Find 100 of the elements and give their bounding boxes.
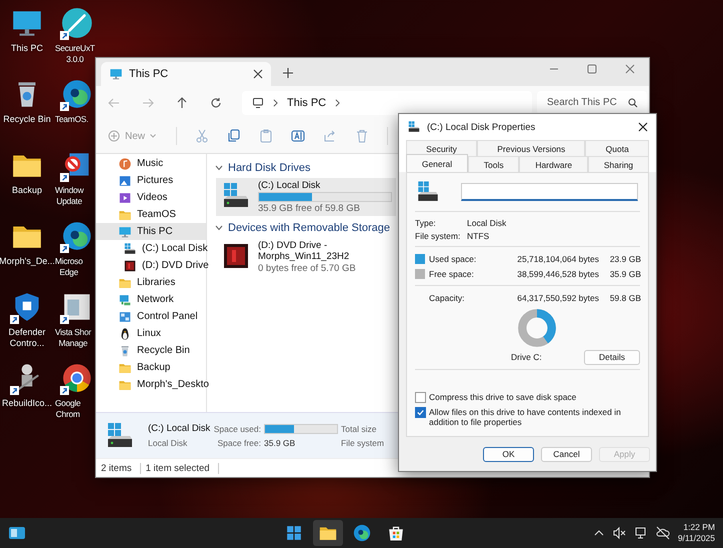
drive-tile[interactable]: (C:) Local Disk 35.9 GB free of 59.8 GB [216, 178, 396, 216]
desktop-icon-label[interactable]: Google Chrom [55, 398, 81, 420]
dialog-tab[interactable]: Tools [468, 156, 520, 172]
dialog-tab[interactable]: Sharing [588, 156, 650, 172]
drive-name-field[interactable] [461, 183, 638, 201]
chevron-icon [335, 98, 340, 106]
pen-icon[interactable] [60, 6, 94, 40]
field-label: File system: [415, 230, 462, 240]
desktop-icon-label[interactable]: Recycle Bin [3, 114, 51, 125]
group-heading: Hard Disk Drives [228, 162, 311, 174]
group-heading: Devices with Removable Storage [228, 222, 390, 234]
desktop-icon-label[interactable]: RebuildIco... [2, 398, 52, 409]
field-label: Used space: [429, 254, 478, 264]
nav-item[interactable]: Recycle Bin [96, 342, 206, 359]
picture-icon [118, 174, 132, 188]
field-value: NTFS [467, 230, 490, 240]
nav-item[interactable]: TeamOS [96, 206, 206, 223]
caret-up-icon[interactable] [594, 528, 604, 538]
clipboard-icon[interactable] [259, 129, 274, 143]
desktop-icon-label[interactable]: TeamOS. [55, 114, 88, 125]
search-field[interactable]: Search This PC [537, 90, 647, 114]
drive-name: (D:) DVD Drive - Morphs_Win11_23H2 [258, 240, 350, 262]
taskbar-button[interactable] [312, 520, 343, 546]
close-icon[interactable] [253, 69, 263, 79]
nav-item[interactable]: Libraries [96, 274, 206, 291]
dialog-button[interactable]: Cancel [541, 446, 592, 462]
chevron-icon [273, 98, 278, 106]
plus-circle-icon [108, 130, 120, 142]
nav-item[interactable]: (D:) DVD Drive [96, 257, 206, 274]
speaker-muted-icon[interactable] [612, 526, 626, 540]
nav-item[interactable]: This PC [96, 223, 206, 240]
nav-item[interactable]: Pictures [96, 172, 206, 189]
drive-tile[interactable]: (D:) DVD Drive - Morphs_Win11_23H2 0 bytes free of 5.70 GB [216, 238, 396, 276]
nav-item[interactable]: Morph's_Deskto [96, 376, 206, 393]
refresh-icon[interactable] [210, 96, 222, 108]
dialog-button[interactable]: OK [483, 446, 534, 462]
checkbox[interactable] [415, 392, 426, 403]
close-icon[interactable] [638, 122, 648, 132]
field-value: Local Disk [467, 218, 506, 228]
desktop-icon-label[interactable]: This PC [10, 43, 43, 54]
dvd-drive-icon [123, 258, 137, 272]
desktop-icon-label[interactable]: Microso Edge [55, 256, 83, 278]
control-panel-icon [118, 310, 132, 324]
nav-item[interactable]: (C:) Local Disk [96, 240, 206, 257]
video-icon [118, 190, 132, 204]
music-icon [118, 156, 132, 170]
field-value: 38,599,446,528 bytes [516, 268, 599, 278]
desktop-icon-label[interactable]: SecureUxT 3.0.0 [55, 43, 95, 65]
nav-item[interactable]: Backup [96, 359, 206, 376]
tab-title: This PC [129, 68, 168, 80]
caret-icon [150, 134, 156, 138]
monitor-icon [252, 96, 264, 108]
donut-drawing [516, 307, 558, 349]
dialog-tab[interactable]: Quota [585, 140, 649, 156]
nav-item[interactable]: Network [96, 291, 206, 308]
breadcrumb-item[interactable]: This PC [287, 96, 326, 108]
details-button[interactable]: Details [584, 350, 640, 364]
nav-item[interactable]: Videos [96, 189, 206, 206]
status-text: 1 item selected [140, 462, 219, 474]
network-icon[interactable] [634, 526, 648, 540]
status-text: 2 items [96, 462, 141, 474]
field-value: 35.9 GB [264, 438, 296, 448]
desktop-icon-label[interactable]: Morph's_De... [0, 256, 55, 267]
field-value: 23.9 GB [608, 254, 641, 264]
copy-icon[interactable] [227, 129, 242, 143]
dialog-tab[interactable]: Previous Versions [477, 140, 586, 156]
nav-item[interactable]: Linux [96, 325, 206, 342]
desktop-icon-label[interactable]: Defender Contro... [8, 327, 46, 349]
field-label: Space free: [216, 438, 261, 448]
desktop-icon-label[interactable]: Window Update [55, 185, 84, 207]
checkbox[interactable] [415, 407, 426, 418]
nav-item[interactable]: Music [96, 155, 206, 172]
drive-type: Local Disk [148, 438, 188, 448]
widgets-icon[interactable] [8, 524, 26, 542]
field-value: 25,718,104,064 bytes [516, 254, 599, 264]
plus-icon[interactable] [283, 68, 293, 78]
drive-label: Drive C: [511, 352, 542, 362]
browser-swirl-icon[interactable] [60, 219, 94, 253]
search-icon [628, 98, 638, 108]
rename-icon[interactable] [291, 129, 306, 143]
desktop-icon-label[interactable]: Vista Shor Manage [55, 327, 92, 349]
browser-swirl-icon[interactable] [60, 77, 94, 111]
dialog-tab[interactable]: Hardware [519, 156, 588, 172]
field-value: 64,317,550,592 bytes [516, 292, 599, 302]
cloud-off-icon[interactable] [656, 526, 670, 540]
address-bar[interactable]: This PC [242, 90, 532, 114]
chevron-down-icon[interactable] [215, 165, 223, 171]
dialog-tab[interactable]: General [406, 154, 468, 172]
monitor-icon [118, 224, 132, 238]
browser-swirl-icon [352, 523, 372, 543]
up-arrow-icon[interactable] [176, 96, 188, 108]
desktop-icon-label[interactable]: Backup [12, 185, 42, 196]
window-tab[interactable]: This PC [101, 62, 271, 86]
browser-circle-icon[interactable] [60, 361, 94, 395]
chevron-down-icon[interactable] [215, 225, 223, 231]
monitor-icon [109, 67, 123, 81]
nav-item[interactable]: Control Panel [96, 308, 206, 325]
clock-date[interactable]: 9/11/2025 [678, 533, 715, 544]
clock-time[interactable]: 1:22 PM [683, 522, 715, 533]
maximize-icon[interactable] [587, 64, 597, 74]
